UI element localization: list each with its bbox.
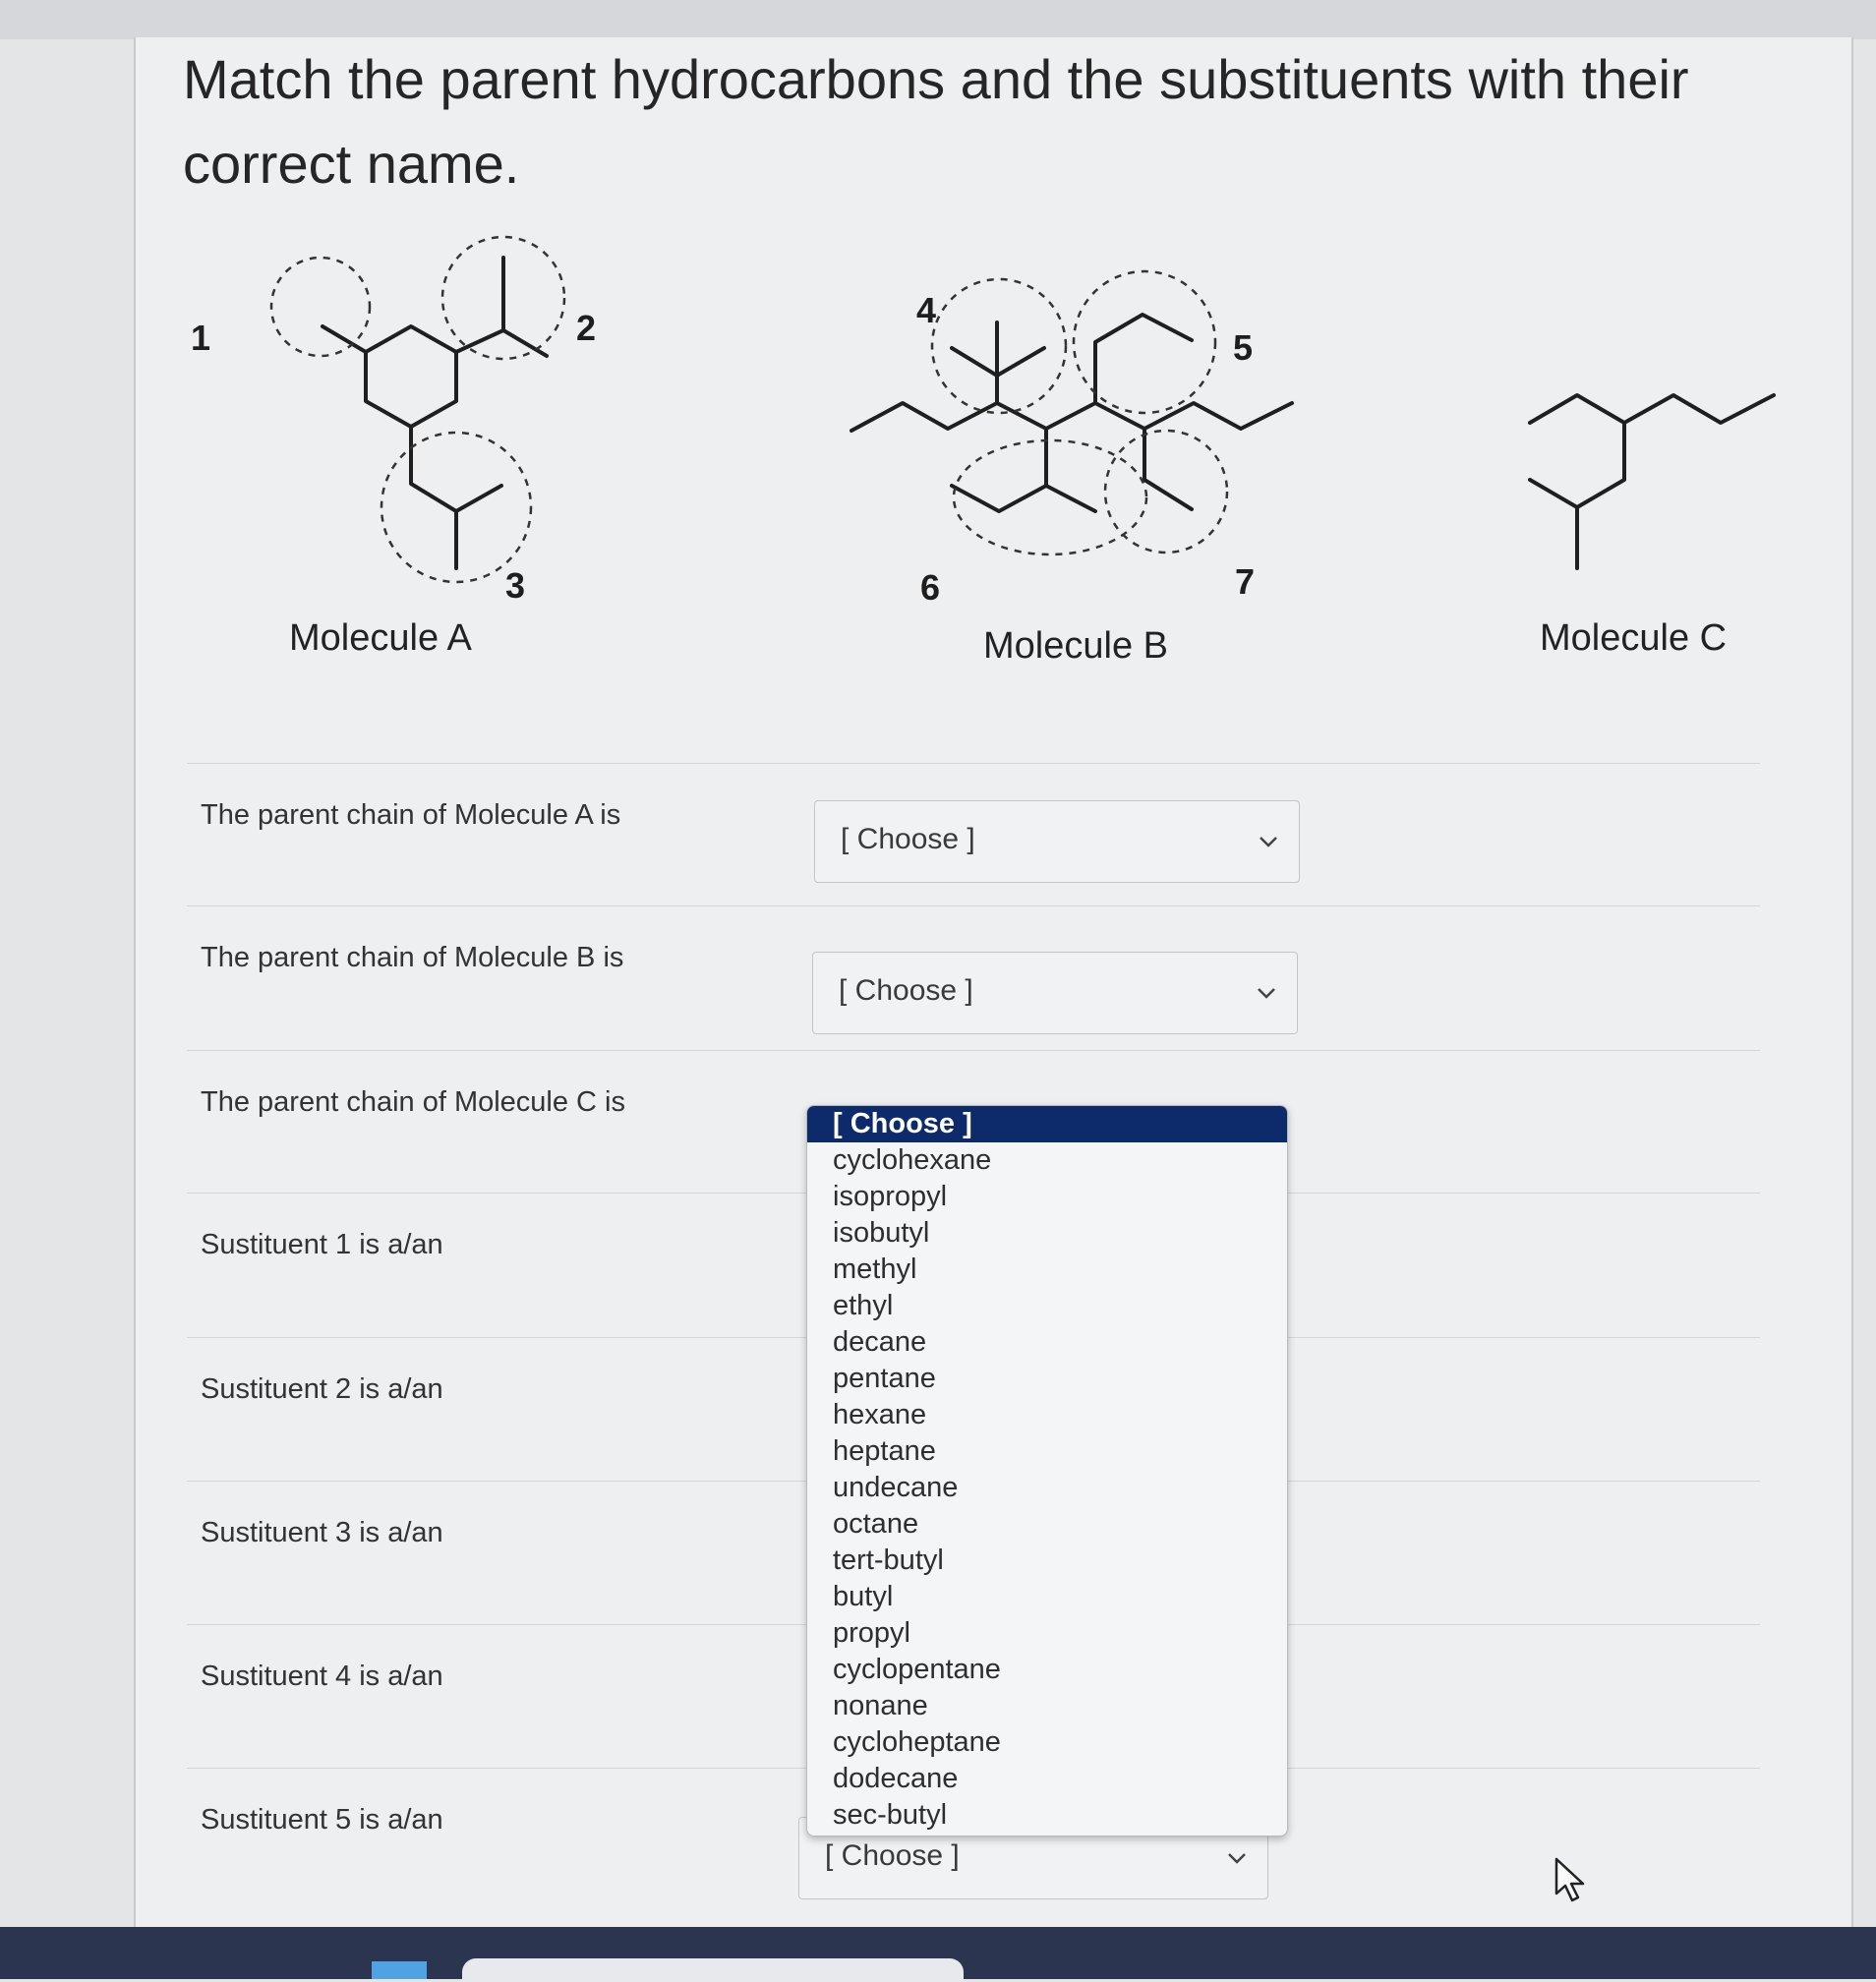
chevron-down-icon [1258,988,1275,999]
dropdown-option[interactable]: octane [807,1506,1287,1543]
dropdown-option[interactable]: hexane [807,1397,1287,1433]
molecule-a-label: Molecule A [289,617,472,659]
select-value: [ Choose ] [825,1839,960,1872]
molecule-c-structure [1522,372,1817,632]
substituent-number-1: 1 [191,318,210,358]
molecule-b-label: Molecule B [983,625,1168,667]
molecule-b-parent-select[interactable]: [ Choose ] [812,952,1298,1034]
dropdown-option[interactable]: sec-butyl [807,1797,1287,1834]
substituent-number-4: 4 [916,290,936,330]
molecule-c-parent-dropdown-list[interactable]: [ Choose ] cyclohexane isopropyl isobuty… [806,1105,1288,1836]
dropdown-option[interactable]: heptane [807,1433,1287,1470]
dropdown-option[interactable]: cyclohexane [807,1142,1287,1179]
dropdown-option[interactable]: tert-butyl [807,1543,1287,1579]
substituent-number-7: 7 [1235,561,1255,602]
select-value: [ Choose ] [839,974,973,1007]
browser-top-bar [0,0,1876,39]
question-prompt: The parent chain of Molecule B is [201,942,624,973]
chevron-down-icon [1228,1853,1246,1864]
molecule-a-structure: 1 2 3 [175,224,686,662]
dropdown-option[interactable]: methyl [807,1252,1287,1288]
mouse-cursor-icon [1554,1857,1585,1902]
dropdown-option[interactable]: isopropyl [807,1179,1287,1215]
dropdown-option[interactable]: decane [807,1324,1287,1361]
question-prompt: The parent chain of Molecule C is [201,1086,625,1118]
question-prompt: Sustituent 5 is a/an [201,1804,443,1836]
substituent-number-2: 2 [576,308,596,348]
question-prompt: The parent chain of Molecule A is [201,799,621,831]
molecule-b-structure: 4 5 6 7 [844,234,1355,652]
dropdown-option[interactable]: butyl [807,1579,1287,1615]
question-prompt: Sustituent 2 is a/an [201,1373,443,1405]
molecule-a-parent-select[interactable]: [ Choose ] [814,800,1300,883]
dropdown-option[interactable]: [ Choose ] [807,1106,1287,1142]
taskbar-search-box[interactable] [462,1958,964,1982]
dropdown-option[interactable]: isobutyl [807,1215,1287,1252]
dropdown-option[interactable]: nonane [807,1688,1287,1724]
select-value: [ Choose ] [841,823,975,855]
molecule-c-label: Molecule C [1540,617,1728,659]
dropdown-option[interactable]: cyclopentane [807,1652,1287,1688]
dropdown-option[interactable]: ethyl [807,1288,1287,1324]
dropdown-option[interactable]: propyl [807,1615,1287,1652]
question-prompt: Sustituent 1 is a/an [201,1229,443,1260]
dropdown-option[interactable]: pentane [807,1361,1287,1397]
substituent-number-3: 3 [505,565,525,606]
question-prompt: Sustituent 4 is a/an [201,1661,443,1692]
dropdown-option[interactable]: dodecane [807,1761,1287,1797]
dropdown-option[interactable]: undecane [807,1470,1287,1506]
substituent-number-6: 6 [920,567,940,608]
question-title: Match the parent hydrocarbons and the su… [183,48,1689,195]
chevron-down-icon [1260,837,1277,847]
substituent-number-5: 5 [1233,327,1253,368]
windows-start-icon[interactable] [372,1961,427,1979]
dropdown-option[interactable]: cycloheptane [807,1724,1287,1761]
question-prompt: Sustituent 3 is a/an [201,1517,443,1548]
